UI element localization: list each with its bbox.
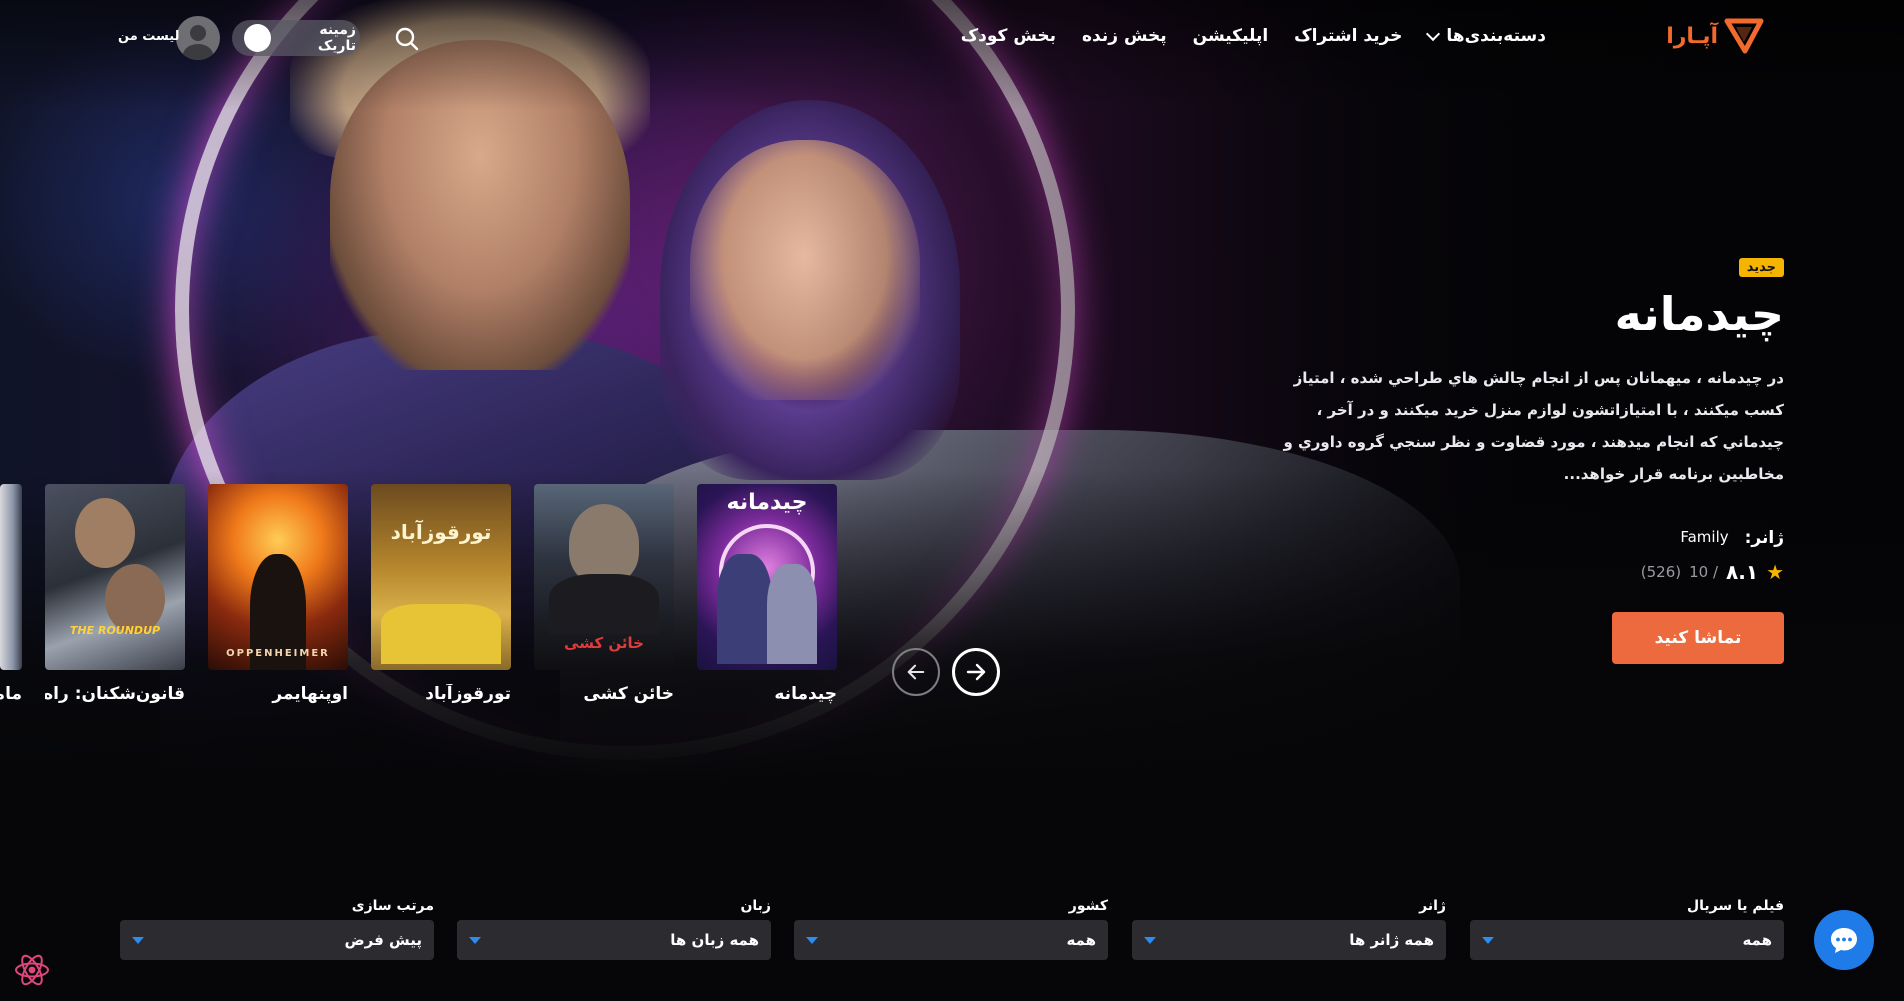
card-title: تورقوزآباد [425, 684, 511, 704]
filter-language: زبان همه زبان ها [457, 898, 771, 960]
caret-down-icon [806, 936, 818, 944]
card-title: قانون‌شکنان: راه... [45, 684, 185, 704]
dark-theme-label: زمینه تاریک [317, 22, 356, 54]
poster-title-text: خائن کشی [564, 634, 644, 652]
poster-title-text: چیدمانه [726, 490, 808, 515]
genre-label: ژانر: [1744, 527, 1784, 548]
poster-oppenheimer: OPPENHEIMER [208, 484, 348, 670]
rating-row: ★ ۸.۱ / 10 (526) [1264, 560, 1784, 584]
featured-carousel: چیدمانه چیدمانه خائن کشی خائن کشی تورقوز… [0, 484, 837, 704]
poster-khaen-koshi: خائن کشی [534, 484, 674, 670]
carousel-prev-button[interactable] [892, 648, 940, 696]
carousel-card-turquzabad[interactable]: تورقوزآباد تورقوزآباد [371, 484, 511, 704]
rating-max: / 10 [1689, 562, 1719, 581]
watch-button[interactable]: تماشا کنید [1612, 611, 1784, 664]
filter-genre-select[interactable]: همه ژانر ها [1132, 920, 1446, 960]
chat-support-button[interactable] [1814, 910, 1874, 970]
dark-theme-toggle[interactable]: زمینه تاریک [232, 20, 360, 56]
nav-application[interactable]: اپلیکیشن [1193, 26, 1269, 46]
nav-live[interactable]: پخش زنده [1082, 26, 1167, 46]
caret-down-icon [1482, 936, 1494, 944]
arrow-left-icon [907, 664, 925, 680]
nav-categories[interactable]: دسته‌بندی‌ها [1426, 26, 1546, 46]
carousel-card-oppenheimer[interactable]: OPPENHEIMER اوپنهایمر [208, 484, 348, 704]
carousel-next-button[interactable] [952, 648, 1000, 696]
main-nav: دسته‌بندی‌ها خرید اشتراک اپلیکیشن پخش زن… [961, 26, 1546, 46]
genre-row: ژانر: Family [1264, 528, 1784, 548]
rating-count: (526) [1640, 562, 1682, 581]
filter-type: فیلم یا سریال همه [1470, 898, 1784, 960]
poster-mission [0, 484, 22, 670]
filter-label: کشور [1068, 898, 1108, 914]
filter-value: همه زبان ها [670, 931, 759, 949]
chat-bubble-icon [1831, 928, 1857, 953]
filter-sort-select[interactable]: پیش فرض [120, 920, 434, 960]
react-devtools-button[interactable] [12, 950, 52, 990]
user-avatar[interactable] [176, 16, 220, 60]
filter-value: همه [1066, 931, 1096, 949]
carousel-card-khaen-koshi[interactable]: خائن کشی خائن کشی [534, 484, 674, 704]
poster-title-text: THE ROUNDUP [69, 624, 161, 637]
filter-label: زبان [740, 898, 771, 914]
filter-language-select[interactable]: همه زبان ها [457, 920, 771, 960]
search-button[interactable] [394, 26, 420, 52]
react-logo-icon [15, 954, 49, 986]
caret-down-icon [132, 936, 144, 944]
filter-label: فیلم یا سریال [1687, 898, 1784, 914]
carousel-card-chidmaneh[interactable]: چیدمانه چیدمانه [697, 484, 837, 704]
brand-logo[interactable]: آپـارا [1666, 18, 1764, 54]
card-title: خائن کشی [583, 684, 674, 704]
hero-description: در چیدمانه ، میهمانان پس از انجام چالش ه… [1283, 368, 1784, 483]
poster-title-text: OPPENHEIMER [226, 648, 330, 659]
search-icon [395, 27, 419, 51]
filter-label: مرتب سازی [351, 898, 434, 914]
site-header: آپـارا دسته‌بندی‌ها خرید اشتراک اپلیکیشن… [0, 0, 1904, 78]
my-list-link[interactable]: لیست من [118, 29, 179, 44]
filter-value: همه [1742, 931, 1772, 949]
filter-value: پیش فرض [344, 931, 422, 949]
hero-title: چیدمانه [1614, 287, 1784, 341]
new-badge: جدید [1738, 258, 1784, 277]
filter-sort: مرتب سازی پیش فرض [120, 898, 434, 960]
filter-bar: فیلم یا سریال همه ژانر همه ژانر ها کشور … [120, 898, 1784, 962]
hero-info: جدید چیدمانه در چیدمانه ، میهمانان پس از… [1264, 256, 1784, 664]
filter-label: ژانر [1419, 898, 1446, 914]
arrow-right-icon [966, 663, 986, 681]
caret-down-icon [469, 936, 481, 944]
carousel-card-mission[interactable]: ماموریت [0, 484, 22, 704]
genre-value: Family [1680, 527, 1729, 546]
rating-value: ۸.۱ [1726, 559, 1759, 584]
card-title: ماموریت [0, 684, 22, 704]
chevron-down-icon [1426, 26, 1441, 42]
star-icon: ★ [1766, 559, 1784, 584]
brand-logo-text: آپـارا [1666, 23, 1718, 49]
card-title: اوپنهایمر [272, 684, 348, 704]
caret-down-icon [1144, 936, 1156, 944]
carousel-card-roundup[interactable]: THE ROUNDUP قانون‌شکنان: راه... [45, 484, 185, 704]
logo-icon [1724, 18, 1764, 54]
nav-subscription[interactable]: خرید اشتراک [1294, 26, 1402, 46]
card-title: چیدمانه [774, 684, 837, 704]
nav-categories-label: دسته‌بندی‌ها [1446, 26, 1546, 46]
filter-country-select[interactable]: همه [794, 920, 1108, 960]
filter-country: کشور همه [794, 898, 1108, 960]
toggle-knob [244, 24, 272, 52]
filter-type-select[interactable]: همه [1470, 920, 1784, 960]
nav-kids[interactable]: بخش کودک [961, 26, 1056, 46]
poster-turquzabad: تورقوزآباد [371, 484, 511, 670]
filter-genre: ژانر همه ژانر ها [1132, 898, 1446, 960]
filter-value: همه ژانر ها [1349, 931, 1434, 949]
user-icon [190, 25, 206, 41]
poster-roundup: THE ROUNDUP [45, 484, 185, 670]
poster-chidmaneh: چیدمانه [697, 484, 837, 670]
poster-title-text: تورقوزآباد [390, 520, 492, 544]
